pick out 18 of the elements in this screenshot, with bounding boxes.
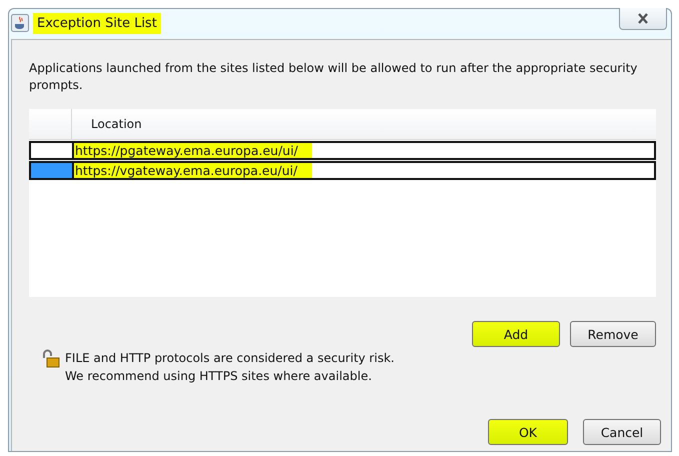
- add-button[interactable]: Add: [472, 321, 560, 347]
- table-row[interactable]: https://pgateway.ema.europa.eu/ui/: [29, 141, 656, 160]
- warning-text: We recommend using HTTPS sites where available.: [65, 368, 373, 385]
- location-cell: https://pgateway.ema.europa.eu/ui/: [74, 143, 312, 158]
- close-button[interactable]: [619, 8, 667, 30]
- warning-text: FILE and HTTP protocols are considered a security risk.: [65, 350, 394, 367]
- location-cell: https://vgateway.ema.europa.eu/ui/: [74, 163, 312, 178]
- column-header[interactable]: Location: [72, 109, 161, 139]
- close-icon: [637, 13, 649, 24]
- description-text: Applications launched from the sites listed below will be allowed to run after the appropriate security prompts.: [29, 60, 638, 94]
- cancel-button[interactable]: Cancel: [583, 419, 661, 445]
- remove-button[interactable]: Remove: [570, 321, 656, 347]
- row-selector[interactable]: [31, 163, 74, 178]
- padlock-icon: [41, 349, 61, 369]
- window-title: Exception Site List: [33, 12, 161, 34]
- coffee-cup-icon: [11, 14, 29, 32]
- ok-button[interactable]: OK: [488, 419, 568, 445]
- table-row[interactable]: https://vgateway.ema.europa.eu/ui/: [29, 161, 656, 180]
